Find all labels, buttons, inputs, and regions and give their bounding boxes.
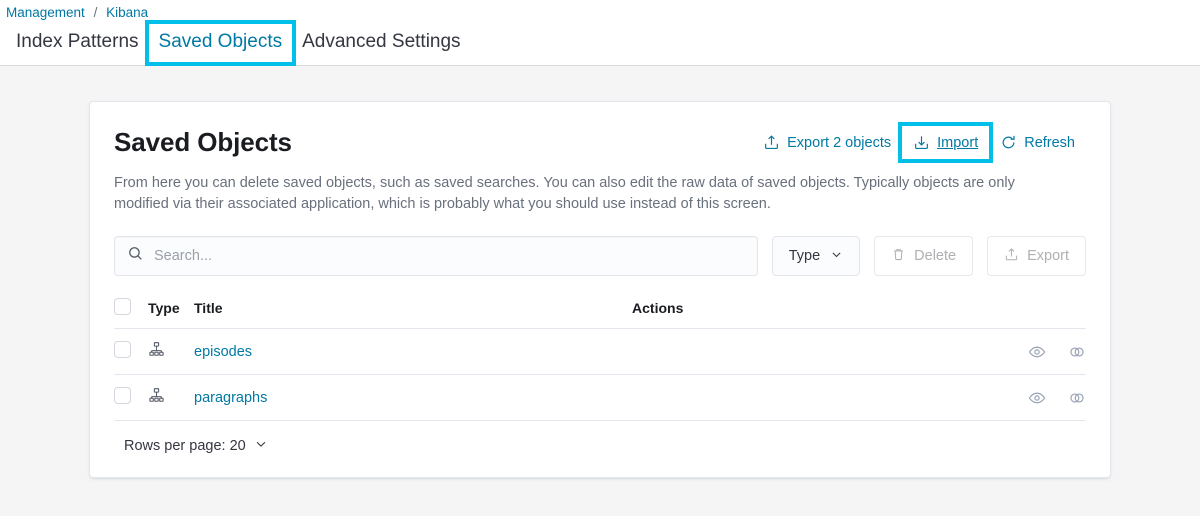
panel-actions: Export 2 objects Import <box>752 126 1086 159</box>
search-icon <box>127 245 144 267</box>
refresh-icon <box>1000 134 1017 151</box>
inspect-eye-icon[interactable] <box>1028 343 1046 361</box>
search-input[interactable]: Search... <box>114 236 758 276</box>
column-header-actions: Actions <box>632 290 1086 329</box>
table-row: paragraphs <box>114 375 1086 421</box>
breadcrumb: Management / Kibana <box>0 0 1200 22</box>
rows-per-page-label: Rows per page: 20 <box>124 438 246 454</box>
row-title-cell: episodes <box>194 329 632 375</box>
row-actions-cell <box>632 375 1086 421</box>
select-all-header <box>114 290 148 329</box>
import-button[interactable]: Import <box>902 126 989 159</box>
trash-icon <box>891 247 906 266</box>
table-controls: Search... Type Delete <box>114 236 1086 276</box>
saved-object-title-link[interactable]: episodes <box>194 344 252 360</box>
export-icon <box>1004 247 1019 266</box>
export-objects-label: Export 2 objects <box>787 135 891 151</box>
column-header-title: Title <box>194 290 632 329</box>
chevron-down-icon <box>254 437 268 455</box>
panel-description: From here you can delete saved objects, … <box>114 173 1044 215</box>
table-header: Type Title Actions <box>114 290 1086 329</box>
tab-index-patterns[interactable]: Index Patterns <box>6 24 149 62</box>
export-selected-label: Export <box>1027 248 1069 264</box>
relationships-icon[interactable] <box>1068 343 1086 361</box>
tab-advanced-settings[interactable]: Advanced Settings <box>292 24 470 62</box>
breadcrumb-item-management[interactable]: Management <box>6 5 85 20</box>
select-all-checkbox[interactable] <box>114 298 131 315</box>
row-select-cell <box>114 329 148 375</box>
row-checkbox[interactable] <box>114 387 131 404</box>
saved-object-title-link[interactable]: paragraphs <box>194 390 267 406</box>
table-body: episodes <box>114 329 1086 421</box>
import-label: Import <box>937 135 978 151</box>
page-title: Saved Objects <box>114 127 292 158</box>
relationships-icon[interactable] <box>1068 389 1086 407</box>
refresh-label: Refresh <box>1024 135 1075 151</box>
breadcrumb-item-kibana[interactable]: Kibana <box>106 5 148 20</box>
export-icon <box>763 134 780 151</box>
tab-saved-objects[interactable]: Saved Objects <box>149 24 293 62</box>
inspect-eye-icon[interactable] <box>1028 389 1046 407</box>
table-header-row: Type Title Actions <box>114 290 1086 329</box>
type-filter-label: Type <box>789 248 820 264</box>
row-type-cell <box>148 329 194 375</box>
chevron-down-icon <box>830 248 843 265</box>
column-header-type: Type <box>148 290 194 329</box>
index-pattern-icon <box>148 392 165 408</box>
top-chrome: Management / Kibana Index Patterns Saved… <box>0 0 1200 66</box>
import-icon <box>913 134 930 151</box>
row-checkbox[interactable] <box>114 341 131 358</box>
row-select-cell <box>114 375 148 421</box>
export-objects-button[interactable]: Export 2 objects <box>752 126 902 159</box>
row-type-cell <box>148 375 194 421</box>
row-title-cell: paragraphs <box>194 375 632 421</box>
rows-per-page-button[interactable]: Rows per page: 20 <box>114 437 268 455</box>
panel-header: Saved Objects Export 2 objects <box>114 126 1086 159</box>
delete-button[interactable]: Delete <box>874 236 973 276</box>
saved-objects-panel: Saved Objects Export 2 objects <box>89 101 1111 478</box>
row-actions-cell <box>632 329 1086 375</box>
search-placeholder: Search... <box>154 248 212 264</box>
table-row: episodes <box>114 329 1086 375</box>
delete-label: Delete <box>914 248 956 264</box>
index-pattern-icon <box>148 346 165 362</box>
refresh-button[interactable]: Refresh <box>989 126 1086 159</box>
breadcrumb-separator: / <box>94 5 98 20</box>
saved-objects-table: Type Title Actions <box>114 290 1086 421</box>
page-body: Saved Objects Export 2 objects <box>0 66 1200 516</box>
export-selected-button[interactable]: Export <box>987 236 1086 276</box>
management-tabs: Index Patterns Saved Objects Advanced Se… <box>0 22 1200 62</box>
type-filter-button[interactable]: Type <box>772 236 860 276</box>
